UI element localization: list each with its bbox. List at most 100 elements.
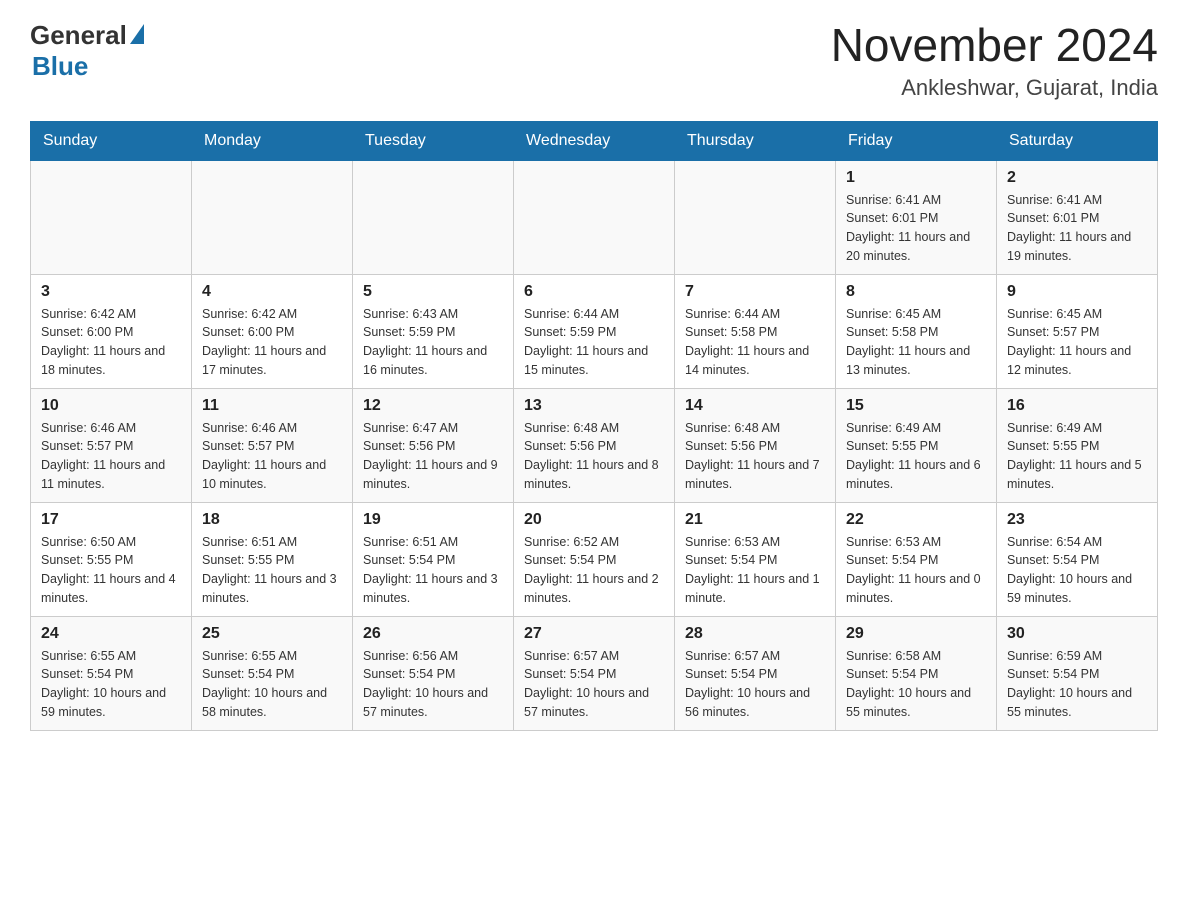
calendar-cell <box>514 160 675 274</box>
calendar-cell: 5 Sunrise: 6:43 AMSunset: 5:59 PMDaylight… <box>353 274 514 388</box>
calendar-cell: 30 Sunrise: 6:59 AMSunset: 5:54 PMDayligh… <box>997 616 1158 730</box>
calendar-cell: 14 Sunrise: 6:48 AMSunset: 5:56 PMDayligh… <box>675 388 836 502</box>
calendar-cell: 2 Sunrise: 6:41 AMSunset: 6:01 PMDaylight… <box>997 160 1158 274</box>
column-header-friday: Friday <box>836 121 997 160</box>
column-header-thursday: Thursday <box>675 121 836 160</box>
day-number: 17 <box>41 511 181 529</box>
day-info: Sunrise: 6:56 AMSunset: 5:54 PMDaylight:… <box>363 647 503 722</box>
day-info: Sunrise: 6:59 AMSunset: 5:54 PMDaylight:… <box>1007 647 1147 722</box>
day-info: Sunrise: 6:49 AMSunset: 5:55 PMDaylight:… <box>846 419 986 494</box>
logo-blue-text: Blue <box>32 51 144 82</box>
day-number: 10 <box>41 397 181 415</box>
title-section: November 2024 Ankleshwar, Gujarat, India <box>831 20 1158 101</box>
day-number: 4 <box>202 283 342 301</box>
calendar-cell: 12 Sunrise: 6:47 AMSunset: 5:56 PMDayligh… <box>353 388 514 502</box>
calendar-cell: 20Sunrise: 6:52 AMSunset: 5:54 PMDayligh… <box>514 502 675 616</box>
calendar-cell: 17 Sunrise: 6:50 AMSunset: 5:55 PMDayligh… <box>31 502 192 616</box>
day-number: 30 <box>1007 625 1147 643</box>
day-info: Sunrise: 6:53 AMSunset: 5:54 PMDaylight:… <box>846 533 986 608</box>
day-number: 24 <box>41 625 181 643</box>
day-number: 9 <box>1007 283 1147 301</box>
calendar-week-row: 3 Sunrise: 6:42 AMSunset: 6:00 PMDaylight… <box>31 274 1158 388</box>
day-info: Sunrise: 6:55 AMSunset: 5:54 PMDaylight:… <box>41 647 181 722</box>
day-number: 11 <box>202 397 342 415</box>
day-info: Sunrise: 6:48 AMSunset: 5:56 PMDaylight:… <box>524 419 664 494</box>
day-info: Sunrise: 6:44 AMSunset: 5:59 PMDaylight:… <box>524 305 664 380</box>
day-number: 15 <box>846 397 986 415</box>
day-info: Sunrise: 6:57 AMSunset: 5:54 PMDaylight:… <box>524 647 664 722</box>
logo-general-text: General <box>30 20 127 51</box>
day-info: Sunrise: 6:53 AMSunset: 5:54 PMDaylight:… <box>685 533 825 608</box>
calendar-cell: 8 Sunrise: 6:45 AMSunset: 5:58 PMDaylight… <box>836 274 997 388</box>
calendar-cell: 28Sunrise: 6:57 AMSunset: 5:54 PMDayligh… <box>675 616 836 730</box>
day-info: Sunrise: 6:50 AMSunset: 5:55 PMDaylight:… <box>41 533 181 608</box>
calendar-cell <box>353 160 514 274</box>
calendar-cell: 9 Sunrise: 6:45 AMSunset: 5:57 PMDaylight… <box>997 274 1158 388</box>
day-number: 22 <box>846 511 986 529</box>
day-info: Sunrise: 6:41 AMSunset: 6:01 PMDaylight:… <box>1007 191 1147 266</box>
calendar-cell <box>31 160 192 274</box>
logo-triangle-icon <box>130 24 144 44</box>
calendar-cell: 13Sunrise: 6:48 AMSunset: 5:56 PMDayligh… <box>514 388 675 502</box>
page-header: General Blue November 2024 Ankleshwar, G… <box>30 20 1158 101</box>
day-number: 2 <box>1007 169 1147 187</box>
day-info: Sunrise: 6:58 AMSunset: 5:54 PMDaylight:… <box>846 647 986 722</box>
day-number: 12 <box>363 397 503 415</box>
column-header-saturday: Saturday <box>997 121 1158 160</box>
day-info: Sunrise: 6:48 AMSunset: 5:56 PMDaylight:… <box>685 419 825 494</box>
day-info: Sunrise: 6:44 AMSunset: 5:58 PMDaylight:… <box>685 305 825 380</box>
calendar-week-row: 1 Sunrise: 6:41 AMSunset: 6:01 PMDaylight… <box>31 160 1158 274</box>
calendar-cell: 1 Sunrise: 6:41 AMSunset: 6:01 PMDaylight… <box>836 160 997 274</box>
day-number: 19 <box>363 511 503 529</box>
day-info: Sunrise: 6:55 AMSunset: 5:54 PMDaylight:… <box>202 647 342 722</box>
calendar-cell: 15 Sunrise: 6:49 AMSunset: 5:55 PMDayligh… <box>836 388 997 502</box>
day-info: Sunrise: 6:51 AMSunset: 5:54 PMDaylight:… <box>363 533 503 608</box>
calendar-week-row: 24 Sunrise: 6:55 AMSunset: 5:54 PMDayligh… <box>31 616 1158 730</box>
calendar-cell <box>192 160 353 274</box>
day-number: 8 <box>846 283 986 301</box>
calendar-cell: 21 Sunrise: 6:53 AMSunset: 5:54 PMDayligh… <box>675 502 836 616</box>
day-number: 23 <box>1007 511 1147 529</box>
day-number: 21 <box>685 511 825 529</box>
calendar-cell: 19 Sunrise: 6:51 AMSunset: 5:54 PMDayligh… <box>353 502 514 616</box>
calendar-cell: 3Sunrise: 6:42 AMSunset: 6:00 PMDaylight… <box>31 274 192 388</box>
calendar-cell: 18Sunrise: 6:51 AMSunset: 5:55 PMDayligh… <box>192 502 353 616</box>
day-info: Sunrise: 6:54 AMSunset: 5:54 PMDaylight:… <box>1007 533 1147 608</box>
day-info: Sunrise: 6:42 AMSunset: 6:00 PMDaylight:… <box>202 305 342 380</box>
calendar-header-row: SundayMondayTuesdayWednesdayThursdayFrid… <box>31 121 1158 160</box>
column-header-sunday: Sunday <box>31 121 192 160</box>
calendar-cell: 10 Sunrise: 6:46 AMSunset: 5:57 PMDayligh… <box>31 388 192 502</box>
day-number: 27 <box>524 625 664 643</box>
day-number: 6 <box>524 283 664 301</box>
calendar-week-row: 10 Sunrise: 6:46 AMSunset: 5:57 PMDayligh… <box>31 388 1158 502</box>
day-info: Sunrise: 6:45 AMSunset: 5:58 PMDaylight:… <box>846 305 986 380</box>
day-number: 26 <box>363 625 503 643</box>
day-number: 18 <box>202 511 342 529</box>
day-number: 25 <box>202 625 342 643</box>
day-info: Sunrise: 6:46 AMSunset: 5:57 PMDaylight:… <box>41 419 181 494</box>
day-number: 1 <box>846 169 986 187</box>
calendar-cell: 29Sunrise: 6:58 AMSunset: 5:54 PMDayligh… <box>836 616 997 730</box>
day-number: 14 <box>685 397 825 415</box>
day-number: 5 <box>363 283 503 301</box>
column-header-tuesday: Tuesday <box>353 121 514 160</box>
calendar-cell: 4 Sunrise: 6:42 AMSunset: 6:00 PMDaylight… <box>192 274 353 388</box>
day-number: 3 <box>41 283 181 301</box>
calendar-cell: 6 Sunrise: 6:44 AMSunset: 5:59 PMDaylight… <box>514 274 675 388</box>
calendar-cell: 26 Sunrise: 6:56 AMSunset: 5:54 PMDayligh… <box>353 616 514 730</box>
day-number: 20 <box>524 511 664 529</box>
calendar-cell: 7 Sunrise: 6:44 AMSunset: 5:58 PMDaylight… <box>675 274 836 388</box>
calendar-cell: 16 Sunrise: 6:49 AMSunset: 5:55 PMDayligh… <box>997 388 1158 502</box>
day-number: 16 <box>1007 397 1147 415</box>
day-info: Sunrise: 6:49 AMSunset: 5:55 PMDaylight:… <box>1007 419 1147 494</box>
day-info: Sunrise: 6:41 AMSunset: 6:01 PMDaylight:… <box>846 191 986 266</box>
day-info: Sunrise: 6:47 AMSunset: 5:56 PMDaylight:… <box>363 419 503 494</box>
day-info: Sunrise: 6:43 AMSunset: 5:59 PMDaylight:… <box>363 305 503 380</box>
calendar-cell <box>675 160 836 274</box>
column-header-monday: Monday <box>192 121 353 160</box>
logo: General Blue <box>30 20 144 82</box>
day-info: Sunrise: 6:45 AMSunset: 5:57 PMDaylight:… <box>1007 305 1147 380</box>
calendar-cell: 27 Sunrise: 6:57 AMSunset: 5:54 PMDayligh… <box>514 616 675 730</box>
column-header-wednesday: Wednesday <box>514 121 675 160</box>
day-number: 7 <box>685 283 825 301</box>
